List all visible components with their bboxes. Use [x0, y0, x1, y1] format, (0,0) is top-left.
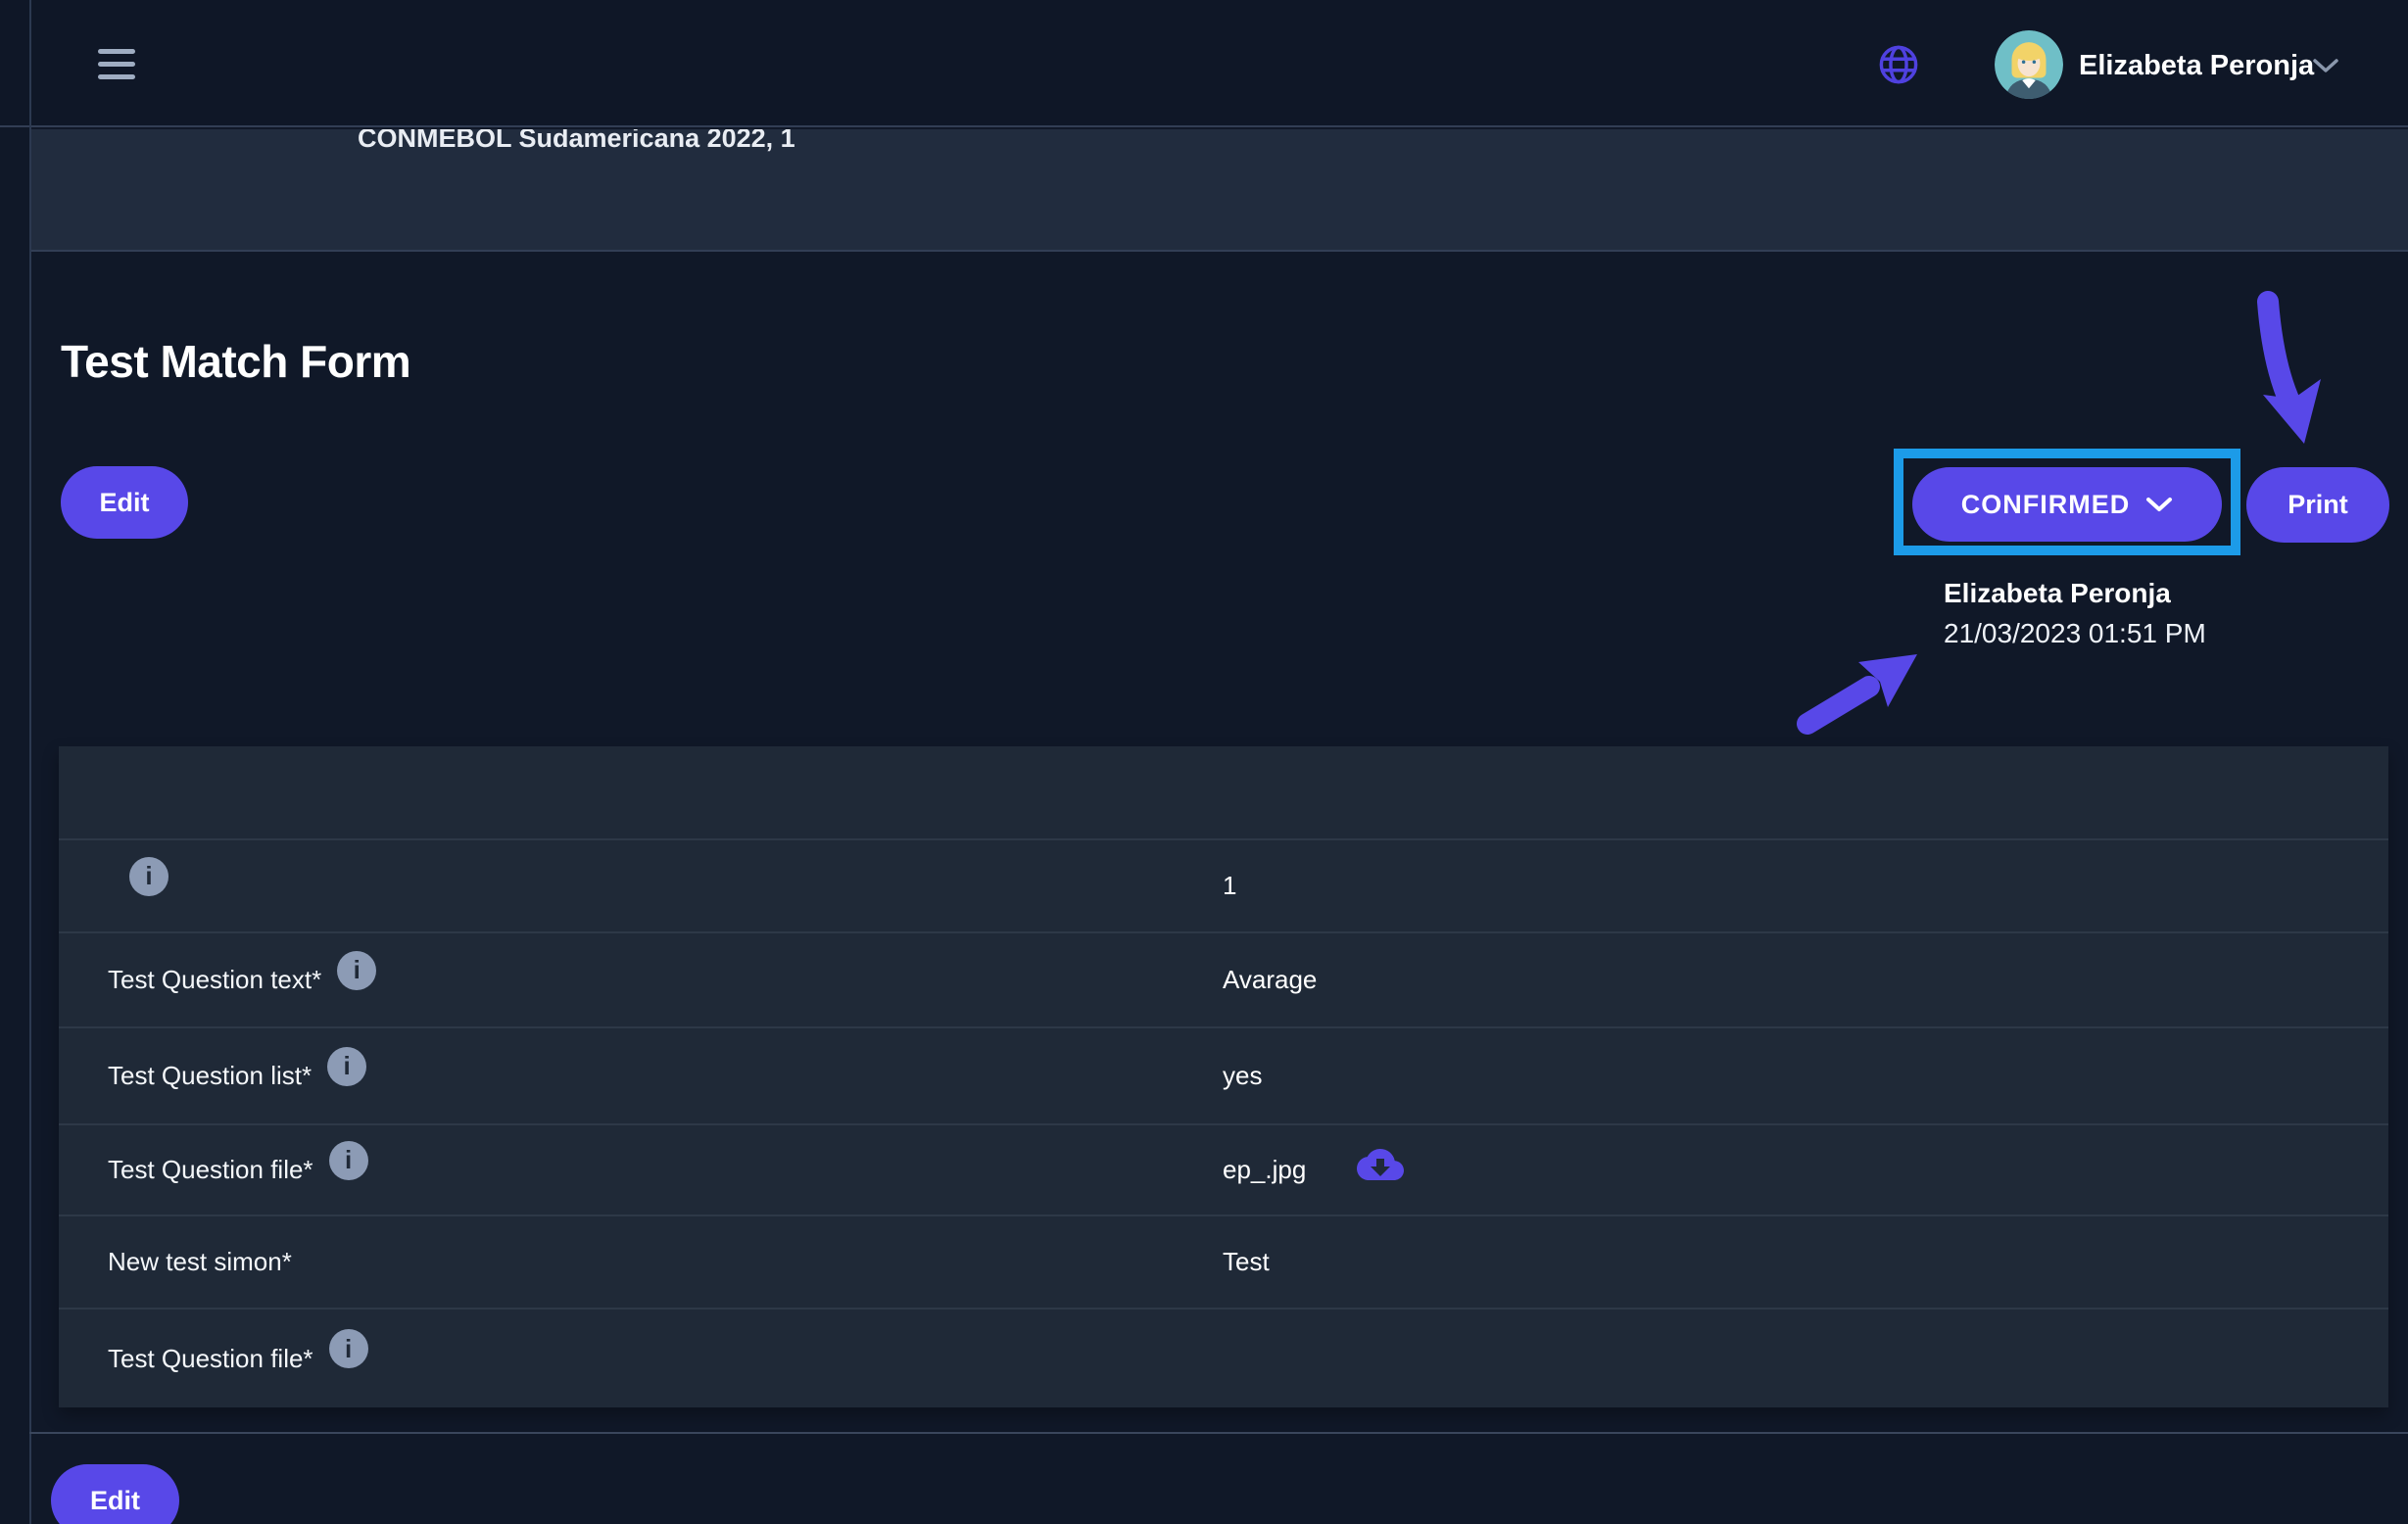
question-label: Test Question file*: [108, 1344, 313, 1374]
top-navbar: Elizabeta Peronja: [0, 0, 2408, 127]
left-divider: [29, 0, 31, 1524]
language-globe-icon[interactable]: [1876, 42, 1921, 87]
answer-cell: Test: [1223, 1247, 1270, 1277]
table-row: New test simon* Test: [59, 1214, 2388, 1308]
question-label: Test Question text*: [108, 965, 321, 995]
download-cloud-icon[interactable]: [1357, 1145, 1404, 1184]
table-row: [59, 746, 2388, 838]
question-label: New test simon*: [108, 1247, 292, 1277]
info-icon[interactable]: i: [129, 857, 169, 896]
chevron-down-icon[interactable]: [2312, 57, 2339, 74]
info-icon[interactable]: i: [337, 951, 376, 990]
table-row: Test Question file* i ep_.jpg: [59, 1123, 2388, 1214]
status-label: CONFIRMED: [1961, 490, 2131, 520]
annotation-arrow-timestamp: [1807, 654, 1917, 724]
tournament-title: CONMEBOL Sudamericana 2022, 1: [358, 129, 795, 154]
form-table: i1Test Question text*iAvarageTest Questi…: [59, 746, 2388, 1407]
chevron-down-icon: [2145, 496, 2173, 513]
edit-button[interactable]: Edit: [61, 466, 188, 539]
avatar-illustration: [1995, 30, 2063, 99]
answer-cell: Avarage: [1223, 965, 1317, 995]
info-icon[interactable]: i: [327, 1047, 366, 1086]
menu-hamburger-icon[interactable]: [98, 49, 135, 80]
user-menu-name[interactable]: Elizabeta Peronja: [2079, 50, 2314, 82]
table-row: i1: [59, 838, 2388, 931]
answer-cell: 1: [1223, 871, 1236, 901]
info-icon[interactable]: i: [329, 1329, 368, 1368]
confirmed-by-name: Elizabeta Peronja: [1944, 578, 2171, 609]
footer-divider: [29, 1432, 2408, 1434]
user-avatar[interactable]: [1995, 30, 2063, 99]
answer-value: 1: [1223, 871, 1236, 901]
answer-value: Avarage: [1223, 965, 1317, 995]
answer-cell: yes: [1223, 1061, 1262, 1091]
print-button[interactable]: Print: [2246, 467, 2389, 543]
annotation-arrow-print: [2263, 302, 2321, 444]
page-title: Test Match Form: [61, 335, 410, 388]
answer-cell: ep_.jpg: [1223, 1151, 1404, 1190]
context-bar: CONMEBOL Sudamericana 2022, 1: [31, 129, 2408, 252]
answer-value: ep_.jpg: [1223, 1155, 1306, 1185]
info-icon[interactable]: i: [329, 1141, 368, 1180]
confirmed-timestamp: 21/03/2023 01:51 PM: [1944, 618, 2206, 649]
footer-edit-button[interactable]: Edit: [51, 1464, 179, 1524]
app-window: Elizabeta Peronja CONMEBOL Sudamericana …: [0, 0, 2408, 1524]
answer-value: yes: [1223, 1061, 1262, 1091]
status-dropdown-button[interactable]: CONFIRMED: [1912, 467, 2222, 542]
table-row: Test Question file* i: [59, 1308, 2388, 1407]
table-row: Test Question text* i Avarage: [59, 931, 2388, 1026]
question-label: Test Question list*: [108, 1061, 312, 1091]
table-row: Test Question list* i yes: [59, 1026, 2388, 1123]
question-label: Test Question file*: [108, 1155, 313, 1185]
answer-value: Test: [1223, 1247, 1270, 1277]
